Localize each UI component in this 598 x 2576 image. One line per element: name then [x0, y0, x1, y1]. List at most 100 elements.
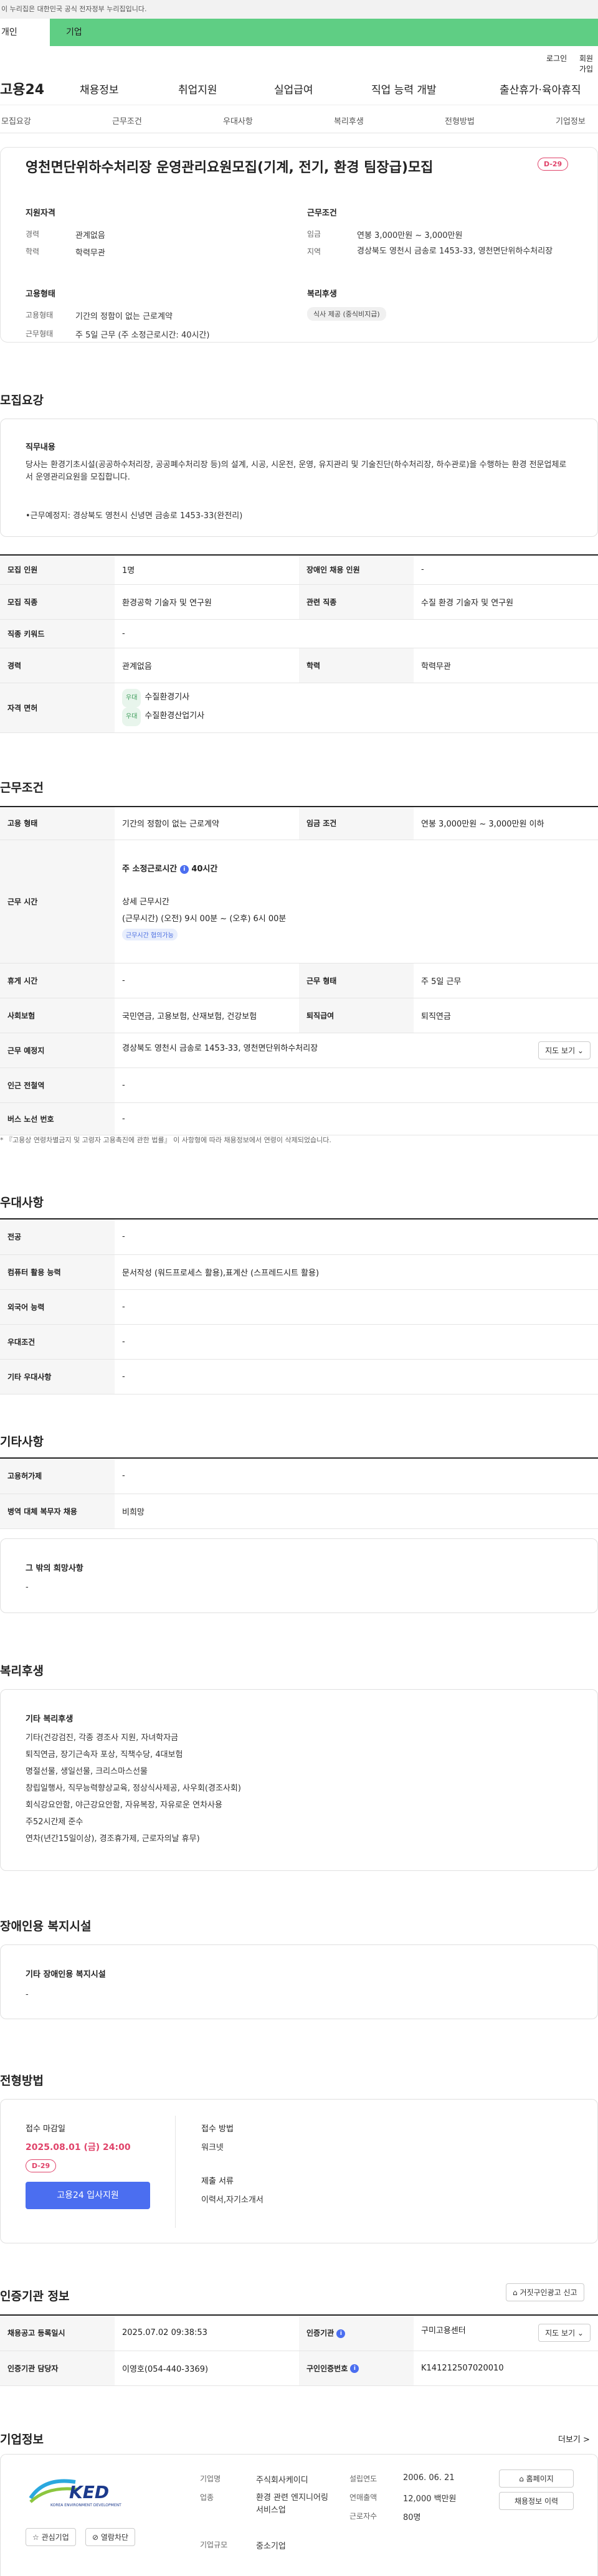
license-item: 우대 수질환경산업기사 [122, 708, 591, 726]
emp-key: 고용형태 [26, 311, 54, 320]
info-key: 기업명 [200, 2474, 221, 2483]
hours-tag: 근무시간 협의가능 [122, 929, 178, 940]
homepage-button[interactable]: ⌂ 홈페이지 [499, 2469, 574, 2488]
gnb-benefits[interactable]: 실업급여 [274, 81, 313, 97]
cell-key: 병역 대체 복무자 채용 [0, 1494, 115, 1529]
num-label: 구인인증번호 [306, 2364, 348, 2373]
cell-value: - [115, 1102, 598, 1135]
info-icon[interactable]: i [179, 864, 189, 874]
block-label: 열람차단 [100, 2533, 129, 2542]
cell-key: 고용허가제 [0, 1459, 115, 1494]
benefit-line: 기타(건강검진, 각종 경조사 지원, 자녀학자금 [26, 1733, 179, 1743]
cond-key: 임금 [307, 230, 321, 239]
license-item: 우대 수질환경기사 [122, 689, 591, 708]
company-logo: KED KOREA ENVIRONMENT DEVELOPMENT [26, 2473, 150, 2511]
global-header: 고용24 채용정보 취업지원 실업급여 직업 능력 개발 출산휴가·육아휴직 [0, 67, 598, 105]
snb-selection[interactable]: 전형방법 [445, 115, 475, 126]
deadline-value: 2025.08.01 (금) 24:00 [26, 2143, 131, 2152]
gov-banner: 이 누리집은 대한민국 공식 전자정부 누리집입니다. [0, 0, 598, 19]
disabled-value: - [26, 1990, 29, 1999]
qual-value: 학력무관 [75, 249, 105, 258]
place-cell: 경상북도 영천시 금송로 1453-33, 영천면단위하수처리장 지도 보기 ⌄ [115, 1033, 598, 1068]
section-nav: 모집요강 근무조건 우대사항 복리후생 전형방법 기업정보 [0, 105, 598, 133]
info-key: 근로자수 [349, 2512, 377, 2521]
snb-pref[interactable]: 우대사항 [223, 115, 253, 126]
tab-personal[interactable]: 개인 [0, 19, 50, 46]
snb-work[interactable]: 근무조건 [112, 115, 142, 126]
gnb-leave[interactable]: 출산휴가·육아휴직 [500, 81, 581, 97]
cell-key: 고용 형태 [0, 807, 115, 840]
benefit-line: 퇴직연금, 장기근속자 포상, 직책수당, 4대보험 [26, 1750, 183, 1759]
cell-value: - [115, 1289, 598, 1325]
org-label: 인증기관 [306, 2329, 335, 2338]
info-icon[interactable]: i [336, 2329, 346, 2338]
info-value: 중소기업 [256, 2542, 286, 2551]
duty-text: 당사는 환경기초시설(공공하수처리장, 공공폐수처리장 등)의 설계, 시공, … [26, 460, 567, 482]
info-value: 주식회사케이디 [256, 2476, 308, 2485]
cell-value: 기간의 정함이 없는 근로계약 [115, 807, 299, 840]
gnb-training[interactable]: 직업 능력 개발 [371, 81, 437, 97]
license-name: 수질환경산업기사 [145, 711, 205, 721]
job-title: 영천면단위하수처리장 운영관리요원모집(기계, 전기, 환경 팀장급)모집 [26, 160, 434, 176]
method-label: 접수 방법 [201, 2124, 234, 2134]
block-button[interactable]: ⊘ 열람차단 [85, 2528, 136, 2546]
table-row: 고용 형태 기간의 정함이 없는 근로계약 임금 조건 연봉 3,000만원 ~… [0, 807, 598, 840]
gnb-support[interactable]: 취업지원 [178, 81, 217, 97]
cell-value: 국민연금, 고용보험, 산재보험, 건강보험 [115, 998, 299, 1033]
cell-value: - [115, 619, 598, 648]
cell-value: 연봉 3,000만원 ~ 3,000만원 이하 [414, 807, 598, 840]
section-heading-benefit: 복리후생 [0, 1664, 44, 1678]
map-button[interactable]: 지도 보기 ⌄ [538, 1041, 591, 1059]
wish-value: - [26, 1583, 29, 1592]
benefit-line: 주52시간제 준수 [26, 1817, 83, 1827]
company-more-link[interactable]: 더보기 > [558, 2433, 590, 2445]
fav-label: 관심기업 [41, 2533, 69, 2542]
jobs-history-button[interactable]: 채용정보 이력 [499, 2492, 574, 2510]
cell-value: 이영호(054-440-3369) [115, 2351, 299, 2386]
snb-company[interactable]: 기업정보 [556, 115, 586, 126]
dday-badge: D-29 [26, 2159, 57, 2172]
cell-key: 근무 예정지 [0, 1033, 115, 1068]
cell-key: 근무 시간 [0, 840, 115, 964]
cell-value: 학력무관 [414, 648, 598, 683]
section-heading-agency: 인증기관 정보 [0, 2290, 70, 2303]
site-logo[interactable]: 고용24 [0, 78, 44, 98]
map-button[interactable]: 지도 보기 ⌄ [538, 2324, 591, 2342]
tab-company[interactable]: 기업 [50, 19, 598, 46]
cell-value: 비희망 [115, 1494, 598, 1529]
snb-benefit[interactable]: 복리후생 [334, 115, 364, 126]
cell-value: - [414, 556, 598, 585]
utility-bar: 로그인 회원가입 [0, 46, 598, 73]
table-row: 직종 키워드 - [0, 619, 598, 648]
fav-company-button[interactable]: ☆ 관심기업 [26, 2528, 76, 2546]
etc-table: 고용허가제 - 병역 대체 복무자 채용 비희망 [0, 1459, 598, 1529]
disabled-title: 기타 장애인용 복지시설 [26, 1970, 106, 1979]
info-value: 12,000 백만원 [403, 2494, 457, 2504]
emp-title: 고용형태 [26, 290, 55, 299]
home-label: 홈페이지 [526, 2474, 554, 2483]
emp-value: 기간의 정함이 없는 근로계약 [75, 312, 173, 321]
table-row: 병역 대체 복무자 채용 비희망 [0, 1494, 598, 1529]
cell-key: 근무 형태 [299, 963, 414, 998]
section-heading-disabled: 장애인용 복지시설 [0, 1920, 92, 1933]
agency-table: 채용공고 등록일시 2025.07.02 09:38:53 인증기관 i 구미고… [0, 2316, 598, 2386]
cell-key: 구인인증번호 i [299, 2351, 414, 2386]
company-box: KED KOREA ENVIRONMENT DEVELOPMENT ☆ 관심기업… [0, 2454, 598, 2576]
gnb-jobs[interactable]: 채용정보 [80, 81, 119, 97]
cell-value: 1명 [115, 556, 299, 585]
cell-key: 전공 [0, 1219, 115, 1255]
table-row: 버스 노선 번호 - [0, 1102, 598, 1135]
report-button[interactable]: ⌂ 거짓구인광고 신고 [506, 2283, 584, 2301]
table-row: 우대조건 - [0, 1324, 598, 1360]
hours-detail: (근무시간) (오전) 9시 00분 ~ (오후) 6시 00분 [122, 914, 287, 924]
cell-key: 임금 조건 [299, 807, 414, 840]
info-icon[interactable]: i [350, 2364, 359, 2373]
hours-tag-wrap: 근무시간 협의가능 [122, 929, 591, 940]
cell-key: 인증기관 i [299, 2316, 414, 2351]
benefit-title: 기타 복리후생 [26, 1715, 74, 1724]
snb-recruit[interactable]: 모집요강 [1, 115, 31, 126]
table-row: 외국어 능력 - [0, 1289, 598, 1325]
login-link[interactable]: 로그인 [546, 53, 567, 64]
benefit-line: 명절선물, 생일선물, 크리스마스선물 [26, 1767, 148, 1776]
apply-button[interactable]: 고용24 입사지원 [26, 2182, 150, 2209]
